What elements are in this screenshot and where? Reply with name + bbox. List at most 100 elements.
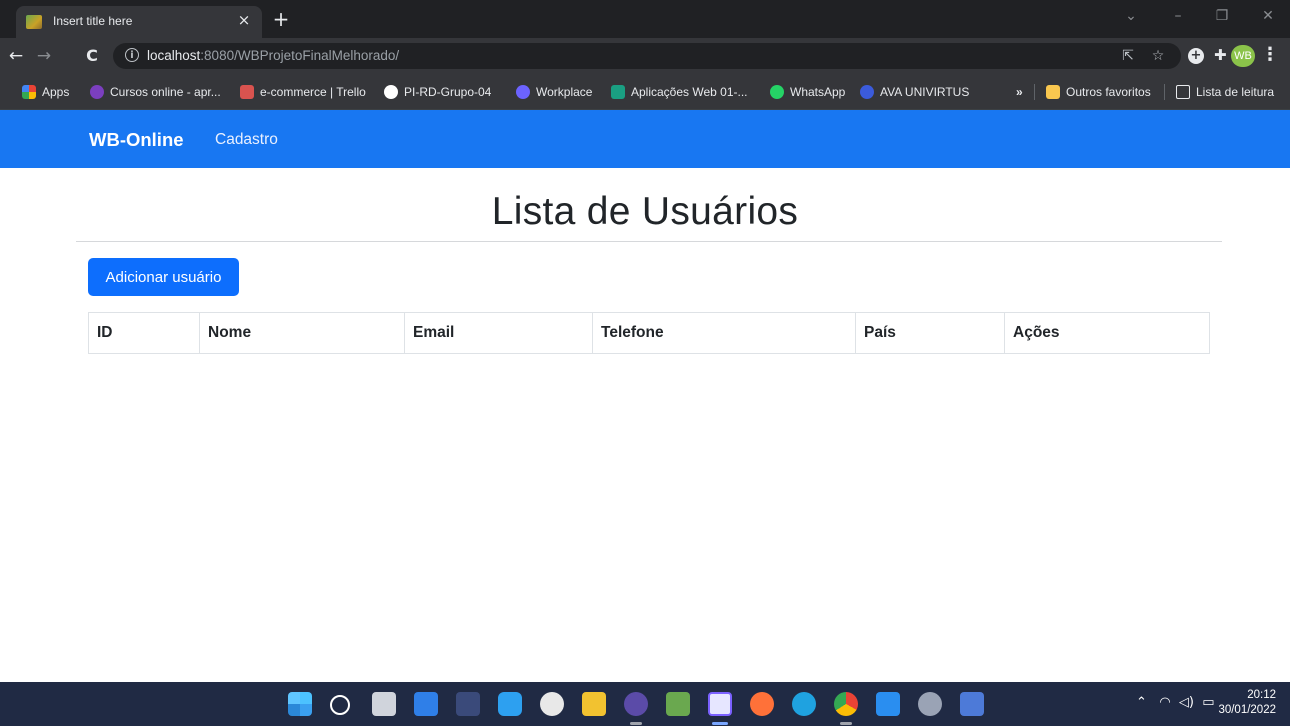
edge-icon[interactable] [792, 692, 816, 716]
column-header-id: ID [88, 312, 200, 354]
search-icon[interactable] [330, 695, 350, 715]
table-header-row: ID Nome Email Telefone País Ações [88, 312, 1210, 354]
site-info-icon[interactable]: i [125, 48, 139, 62]
bookmark-apps[interactable]: Apps [22, 84, 69, 100]
forward-icon[interactable]: → [34, 46, 54, 66]
extension-plus-icon[interactable]: + [1188, 48, 1204, 64]
browser-tab[interactable]: Insert title here × [16, 6, 262, 38]
bookmark-label: Outros favoritos [1066, 85, 1151, 99]
tray-overflow-icon[interactable]: ⌃ [1136, 695, 1147, 710]
bookmark-label: Apps [42, 85, 70, 99]
bookmark-star-icon[interactable]: ☆ [1149, 48, 1167, 64]
restore-icon[interactable]: ❐ [1210, 8, 1234, 24]
tab-favicon-icon [26, 15, 42, 29]
column-header-acoes: Ações [1004, 312, 1210, 354]
bookmark-label: Cursos online - apr... [110, 85, 221, 99]
tab-close-icon[interactable]: × [234, 11, 254, 29]
volume-icon[interactable]: ◁) [1179, 695, 1194, 710]
cursos-icon [90, 85, 104, 99]
address-bar[interactable]: i localhost:8080/WBProjetoFinalMelhorado… [113, 43, 1181, 69]
profile-avatar[interactable]: WB [1231, 45, 1255, 67]
start-icon[interactable] [288, 692, 312, 716]
column-header-nome: Nome [199, 312, 405, 354]
bookmark-whatsapp[interactable]: WhatsApp [770, 84, 845, 100]
bookmark-label: e-commerce | Trello [260, 85, 366, 99]
url-host: localhost [147, 48, 201, 63]
column-header-telefone: Telefone [592, 312, 856, 354]
page-title: Lista de Usuários [491, 190, 799, 233]
windows-taskbar: ⌃ ◠ ◁) ▭ 20:12 30/01/2022 [0, 682, 1290, 726]
minimize-icon[interactable]: – [1166, 8, 1190, 24]
nav-link-cadastro[interactable]: Cadastro [215, 131, 278, 149]
url-text: localhost:8080/WBProjetoFinalMelhorado/ [147, 48, 399, 63]
trello-icon [240, 85, 254, 99]
mysql-workbench-icon[interactable] [456, 692, 480, 716]
univirtus-icon [860, 85, 874, 99]
browser-tab-strip: Insert title here × + ⌄ – ❐ ✕ [0, 0, 1290, 38]
eclipse-icon[interactable] [624, 692, 648, 716]
workplace-icon [516, 85, 530, 99]
widgets-icon[interactable] [414, 692, 438, 716]
navbar-brand[interactable]: WB-Online [89, 129, 184, 151]
extensions-puzzle-icon[interactable]: ✚ [1214, 46, 1227, 64]
back-icon[interactable]: ← [6, 46, 26, 66]
bookmark-cursos[interactable]: Cursos online - apr... [90, 84, 221, 100]
close-window-icon[interactable]: ✕ [1256, 8, 1280, 24]
reading-list-button[interactable]: Lista de leitura [1176, 84, 1274, 100]
whatsapp-icon [770, 85, 784, 99]
tab-title: Insert title here [53, 14, 133, 28]
reading-list-icon [1176, 85, 1190, 99]
running-indicator [630, 722, 642, 725]
settings-icon[interactable] [918, 692, 942, 716]
browser-toolbar: ← → C i localhost:8080/WBProjetoFinalMel… [0, 38, 1290, 74]
title-divider [76, 241, 1222, 242]
bookmark-label: Workplace [536, 85, 593, 99]
file-explorer-icon[interactable] [582, 692, 606, 716]
column-header-email: Email [404, 312, 593, 354]
bookmark-label: Lista de leitura [1196, 85, 1275, 99]
github-desktop-icon[interactable] [540, 692, 564, 716]
chrome-icon[interactable] [834, 692, 858, 716]
classroom-icon [611, 85, 625, 99]
bookmark-folder-outros[interactable]: Outros favoritos [1046, 84, 1151, 100]
reload-icon[interactable]: C [82, 46, 102, 66]
url-path: :8080/WBProjetoFinalMelhorado/ [200, 48, 400, 63]
bookmark-label: AVA UNIVIRTUS [880, 85, 970, 99]
column-header-pais: País [855, 312, 1005, 354]
image-viewer-icon[interactable] [666, 692, 690, 716]
tab-search-icon[interactable]: ⌄ [1119, 8, 1143, 24]
bookmarks-bar: Apps Cursos online - apr... e-commerce |… [0, 74, 1290, 110]
bookmark-univirtus[interactable]: AVA UNIVIRTUS [860, 84, 969, 100]
taskbar-clock[interactable]: 20:12 30/01/2022 [1214, 688, 1276, 718]
app-icon[interactable] [960, 692, 984, 716]
browser-menu-icon[interactable]: ⋮ [1261, 44, 1279, 65]
bookmark-trello[interactable]: e-commerce | Trello [240, 84, 366, 100]
bookmark-workplace[interactable]: Workplace [516, 84, 592, 100]
github-icon [384, 85, 398, 99]
snipping-tool-icon[interactable] [708, 692, 732, 716]
bookmark-aplicacoes[interactable]: Aplicações Web 01-... [611, 84, 748, 100]
users-table: ID Nome Email Telefone País Ações [88, 312, 1210, 354]
clock-date: 30/01/2022 [1218, 704, 1276, 716]
firefox-icon[interactable] [750, 692, 774, 716]
task-view-icon[interactable] [372, 692, 396, 716]
folder-icon [1046, 85, 1060, 99]
active-indicator [712, 722, 728, 725]
bookmark-label: PI-RD-Grupo-04 [404, 85, 492, 99]
mail-icon[interactable] [876, 692, 900, 716]
running-indicator [840, 722, 852, 725]
system-tray[interactable]: ⌃ ◠ ◁) ▭ [1136, 695, 1215, 710]
bookmark-label: WhatsApp [790, 85, 846, 99]
wifi-icon[interactable]: ◠ [1159, 695, 1170, 710]
battery-icon[interactable]: ▭ [1202, 695, 1214, 710]
share-icon[interactable]: ⇱ [1119, 48, 1137, 64]
new-tab-button[interactable]: + [270, 9, 292, 29]
bookmark-github[interactable]: PI-RD-Grupo-04 [384, 84, 491, 100]
apps-grid-icon [22, 85, 36, 99]
add-user-button[interactable]: Adicionar usuário [88, 258, 239, 296]
bookmarks-overflow-button[interactable]: » [1016, 84, 1023, 100]
clock-time: 20:12 [1247, 689, 1276, 701]
vscode-icon[interactable] [498, 692, 522, 716]
site-navbar: WB-Online Cadastro [0, 110, 1290, 168]
bookmarks-divider [1164, 84, 1165, 100]
